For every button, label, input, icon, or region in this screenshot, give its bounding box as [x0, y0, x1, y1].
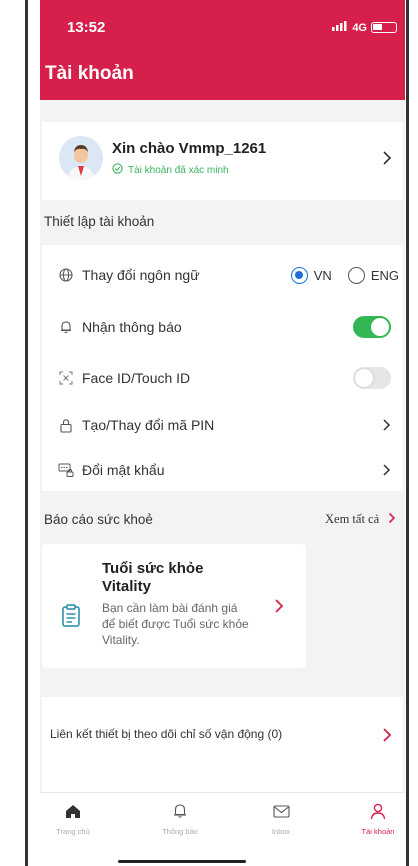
password-row[interactable]: Đổi mật khẩu	[42, 450, 403, 490]
check-circle-icon	[112, 163, 123, 177]
bell-icon	[58, 319, 74, 335]
verified-status: Tài khoản đã xác minh	[112, 163, 229, 177]
language-option-vn[interactable]: VN	[290, 266, 332, 284]
device-link-card[interactable]: Liên kết thiết bị theo dõi chỉ số vận độ…	[42, 697, 403, 792]
network-type: 4G	[352, 21, 367, 34]
face-scan-icon	[58, 370, 74, 386]
vitality-description: Bạn cần làm bài đánh giá để biết được Tu…	[102, 601, 249, 647]
status-time: 13:52	[67, 19, 106, 36]
device-link-label: Liên kết thiết bị theo dõi chỉ số vận độ…	[50, 727, 283, 741]
app-screen: 13:52 4G Tài khoản Xin chào Vmmp_1261 Tà…	[40, 0, 405, 866]
pin-label: Tạo/Thay đổi mã PIN	[82, 417, 215, 433]
notifications-row: Nhận thông báo	[42, 307, 403, 347]
verified-text: Tài khoản đã xác minh	[128, 164, 229, 176]
mail-icon	[272, 799, 290, 823]
bottom-nav: Trang chủ Thông báo Inbox Tài khoản	[40, 792, 405, 866]
device-frame-right	[405, 0, 418, 866]
nav-label-notifications: Thông báo	[162, 827, 198, 836]
chevron-right-icon	[382, 414, 391, 436]
notifications-label: Nhận thông báo	[82, 319, 182, 335]
nav-item-inbox[interactable]: Inbox	[246, 799, 316, 836]
face-id-label: Face ID/Touch ID	[82, 370, 191, 386]
pin-row[interactable]: Tạo/Thay đổi mã PIN	[42, 405, 403, 445]
face-id-toggle[interactable]	[353, 367, 391, 389]
battery-icon	[371, 22, 397, 33]
account-settings-card: Thay đổi ngôn ngữ VN ENG Nhận thông báo	[42, 245, 403, 491]
vitality-card[interactable]: Tuổi sức khỏe Vitality Bạn cần làm bài đ…	[42, 544, 306, 668]
page-title: Tài khoản	[45, 63, 134, 84]
face-id-row: Face ID/Touch ID	[42, 358, 403, 398]
chevron-right-icon	[382, 459, 391, 481]
language-row: Thay đổi ngôn ngữ VN ENG	[42, 255, 403, 295]
health-report-title: Báo cáo sức khoẻ	[44, 512, 153, 527]
nav-label-home: Trang chủ	[56, 827, 90, 836]
home-indicator	[118, 860, 246, 863]
language-label: Thay đổi ngôn ngữ	[82, 267, 200, 283]
nav-item-notifications[interactable]: Thông báo	[145, 799, 215, 836]
chevron-right-icon	[382, 148, 392, 170]
vitality-title: Tuổi sức khỏe Vitality	[102, 560, 204, 595]
globe-icon	[58, 267, 74, 283]
see-all-label: Xem tất cả	[325, 512, 380, 526]
signal-icon	[332, 21, 348, 34]
password-label: Đổi mật khẩu	[82, 462, 165, 478]
lock-icon	[58, 417, 74, 433]
radio-selected-icon	[290, 266, 308, 284]
app-header: 13:52 4G Tài khoản	[40, 0, 405, 100]
nav-item-account[interactable]: Tài khoản	[343, 799, 405, 836]
bell-icon	[173, 799, 187, 823]
language-radio-group: VN ENG	[290, 266, 399, 284]
nav-label-inbox: Inbox	[271, 827, 291, 836]
nav-label-account: Tài khoản	[361, 827, 395, 836]
language-option-vn-label: VN	[313, 267, 332, 283]
see-all-link[interactable]: Xem tất cả	[325, 512, 396, 528]
avatar	[59, 136, 103, 180]
home-icon	[65, 799, 81, 823]
chevron-right-icon	[274, 596, 284, 618]
status-indicators: 4G	[332, 21, 397, 34]
clipboard-icon	[61, 604, 81, 633]
notifications-toggle[interactable]	[353, 316, 391, 338]
chevron-right-icon	[382, 725, 392, 747]
account-settings-title: Thiết lập tài khoản	[44, 214, 155, 229]
language-option-eng-label: ENG	[370, 267, 399, 283]
device-frame-left	[0, 0, 30, 866]
chevron-right-icon	[388, 512, 396, 528]
language-option-eng[interactable]: ENG	[347, 266, 399, 284]
profile-card[interactable]: Xin chào Vmmp_1261 Tài khoản đã xác minh	[42, 122, 403, 200]
radio-unselected-icon	[347, 266, 365, 284]
password-lock-icon	[58, 462, 74, 478]
person-icon	[370, 799, 386, 823]
greeting-text: Xin chào Vmmp_1261	[112, 140, 267, 157]
nav-item-home[interactable]: Trang chủ	[40, 799, 108, 836]
